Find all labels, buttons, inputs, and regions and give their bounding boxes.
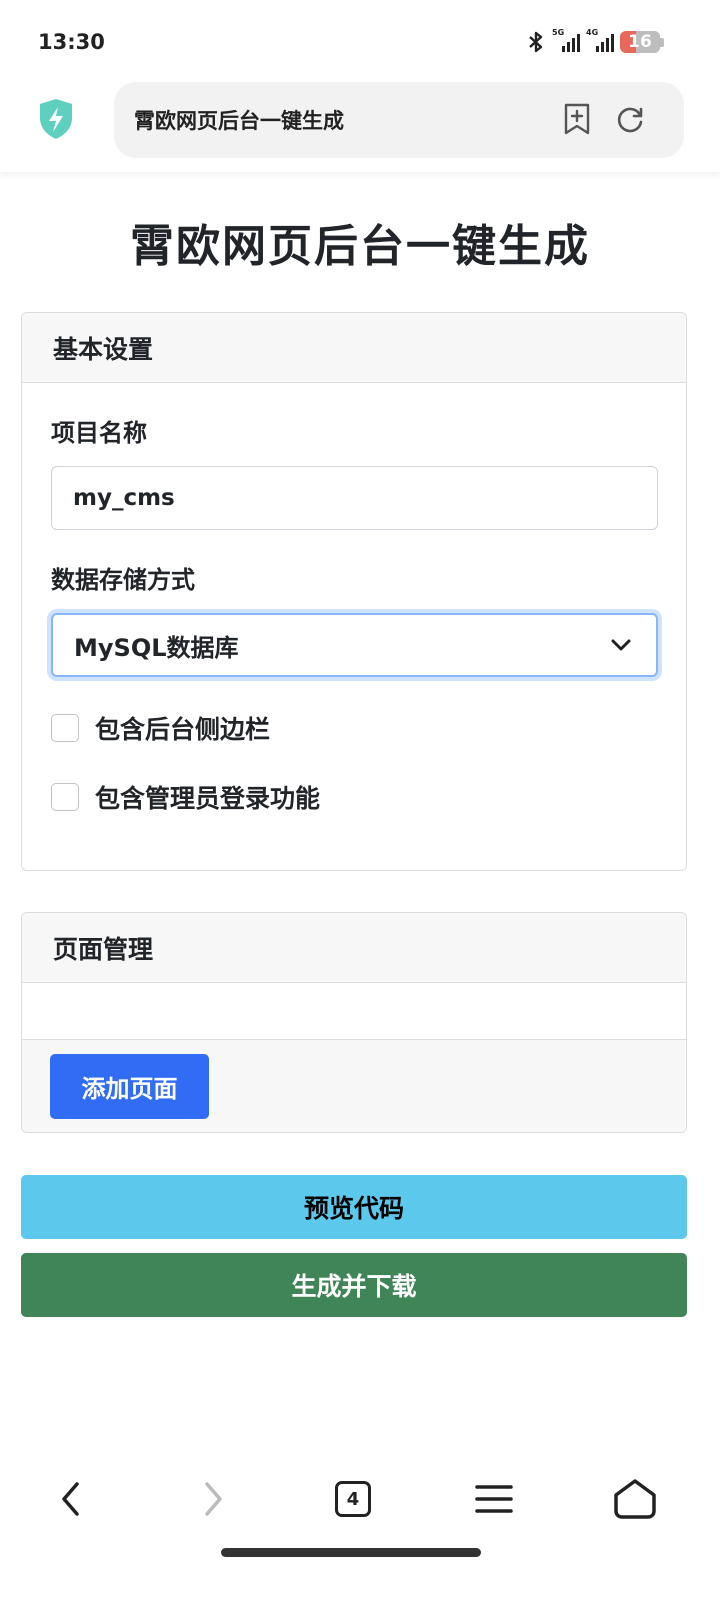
menu-icon xyxy=(475,1485,513,1513)
include-sidebar-label[interactable]: 包含后台侧边栏 xyxy=(95,710,270,746)
reload-icon[interactable] xyxy=(614,104,646,136)
back-arrow-icon xyxy=(62,1482,79,1516)
page-management-card: 页面管理 添加页面 xyxy=(21,912,687,1133)
network-5g-label: 5G xyxy=(552,28,565,37)
address-bar[interactable]: 霄欧网页后台一键生成 xyxy=(114,82,684,158)
page-list xyxy=(22,983,686,1040)
storage-method-select[interactable]: MySQL数据库 xyxy=(51,613,658,677)
bookmark-add-icon[interactable] xyxy=(562,102,592,136)
project-name-label: 项目名称 xyxy=(51,419,147,447)
home-indicator[interactable] xyxy=(221,1548,481,1557)
include-sidebar-option[interactable]: 包含后台侧边栏 xyxy=(51,710,270,746)
tab-count: 4 xyxy=(346,1488,360,1510)
storage-method-label: 数据存储方式 xyxy=(51,566,195,594)
bluetooth-icon xyxy=(529,31,543,53)
include-admin-login-checkbox[interactable] xyxy=(51,783,79,811)
page-title: 霄欧网页后台一键生成 xyxy=(130,221,590,272)
home-icon xyxy=(614,1479,656,1519)
signal-4g-icon: 4G xyxy=(586,28,614,52)
basic-settings-header: 基本设置 xyxy=(22,313,686,383)
tabs-icon: 4 xyxy=(335,1481,371,1517)
page-management-header: 页面管理 xyxy=(22,913,686,983)
battery-level: 16 xyxy=(628,32,652,52)
storage-method-value: MySQL数据库 xyxy=(74,633,239,662)
project-name-input[interactable]: my_cms xyxy=(51,466,658,530)
preview-code-button[interactable]: 预览代码 xyxy=(21,1175,687,1239)
home-button[interactable] xyxy=(610,1474,660,1524)
network-4g-label: 4G xyxy=(586,28,599,37)
page-management-footer: 添加页面 xyxy=(22,1040,686,1132)
browser-bottom-nav: 4 xyxy=(0,1460,720,1540)
generate-download-button[interactable]: 生成并下载 xyxy=(21,1253,687,1317)
status-time: 13:30 xyxy=(38,30,105,54)
signal-5g-icon: 5G xyxy=(552,28,580,52)
browser-toolbar: 霄欧网页后台一键生成 xyxy=(0,80,720,172)
address-bar-title[interactable]: 霄欧网页后台一键生成 xyxy=(134,105,344,135)
shield-bolt-icon[interactable] xyxy=(38,98,74,140)
include-admin-login-label[interactable]: 包含管理员登录功能 xyxy=(95,779,320,815)
include-sidebar-checkbox[interactable] xyxy=(51,714,79,742)
forward-button[interactable] xyxy=(188,1474,238,1524)
back-button[interactable] xyxy=(46,1474,96,1524)
forward-arrow-icon xyxy=(205,1482,222,1516)
status-icons: 5G 4G 16 xyxy=(526,28,664,54)
include-admin-login-option[interactable]: 包含管理员登录功能 xyxy=(51,779,320,815)
basic-settings-card: 基本设置 项目名称 my_cms 数据存储方式 MySQL数据库 包含后台侧边栏… xyxy=(21,312,687,871)
add-page-button[interactable]: 添加页面 xyxy=(50,1054,209,1119)
tabs-button[interactable]: 4 xyxy=(328,1474,378,1524)
status-bar: 13:30 5G 4G 16 xyxy=(0,0,720,80)
battery-icon: 16 xyxy=(620,31,664,53)
chevron-down-icon xyxy=(611,639,631,651)
menu-button[interactable] xyxy=(469,1474,519,1524)
